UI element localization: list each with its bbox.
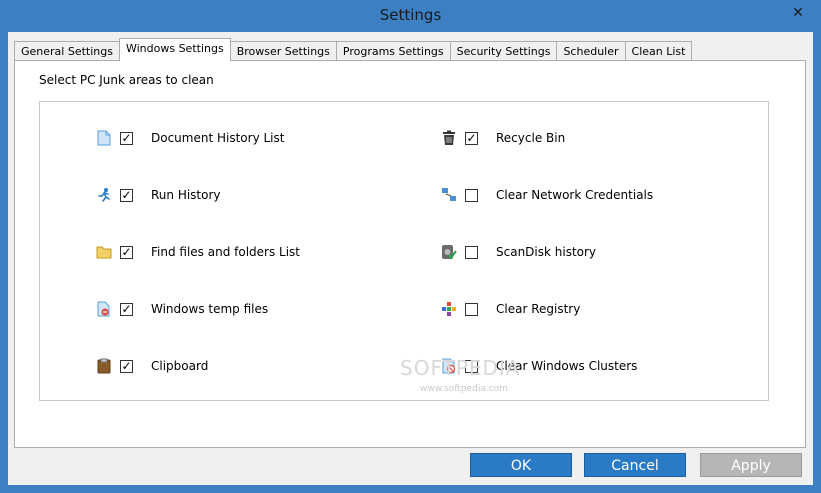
tab-programs-settings[interactable]: Programs Settings [335,41,451,61]
item-run-history[interactable]: Run History [96,185,221,205]
checkbox-scandisk-history[interactable] [465,245,478,259]
item-clear-registry[interactable]: Clear Registry [441,299,580,319]
tab-strip: General Settings Windows Settings Browse… [14,38,693,61]
title-bar[interactable]: Settings ✕ [0,0,821,32]
checkbox-clear-registry[interactable] [465,302,478,316]
document-icon [96,130,112,146]
checkbox-clipboard[interactable] [120,359,133,373]
recycle-bin-icon [441,130,457,146]
running-man-icon [96,187,112,203]
item-recycle-bin[interactable]: Recycle Bin [441,128,565,148]
item-label: ScanDisk history [496,245,597,259]
item-label: Run History [151,188,221,202]
tab-browser-settings[interactable]: Browser Settings [229,41,337,61]
cancel-button[interactable]: Cancel [584,453,686,477]
item-find-files-folders-list[interactable]: Find files and folders List [96,242,300,262]
item-clear-network-credentials[interactable]: Clear Network Credentials [441,185,653,205]
scandisk-icon [441,244,457,260]
tab-clean-list[interactable]: Clean List [624,41,693,61]
window-title: Settings [379,6,442,24]
clipboard-icon [96,358,112,374]
folder-icon [96,244,112,260]
item-label: Windows temp files [151,302,269,316]
item-label: Recycle Bin [496,131,566,145]
item-clipboard[interactable]: Clipboard [96,356,208,376]
item-document-history-list[interactable]: Document History List [96,128,284,148]
registry-icon [441,301,457,317]
checkbox-run-history[interactable] [120,188,133,202]
checkbox-recycle-bin[interactable] [465,131,478,145]
settings-window: Settings ✕ General Settings Windows Sett… [0,0,821,493]
checkbox-clear-network-credentials[interactable] [465,188,478,202]
item-label: Clear Registry [496,302,581,316]
tab-scheduler[interactable]: Scheduler [556,41,626,61]
ok-button[interactable]: OK [470,453,572,477]
close-icon[interactable]: ✕ [785,4,811,22]
temp-file-icon [96,301,112,317]
windows-settings-panel: Select PC Junk areas to clean Document H… [14,60,806,448]
tab-security-settings[interactable]: Security Settings [449,41,558,61]
apply-button[interactable]: Apply [700,453,802,477]
item-label: Document History List [151,131,285,145]
item-label: Clear Network Credentials [496,188,654,202]
network-icon [441,187,457,203]
softpedia-watermark: SOFTPEDIA [400,356,521,380]
softpedia-watermark-url: www.softpedia.com [420,384,508,394]
tab-windows-settings[interactable]: Windows Settings [118,38,231,61]
item-label: Clipboard [151,359,209,373]
item-scandisk-history[interactable]: ScanDisk history [441,242,596,262]
checkbox-windows-temp-files[interactable] [120,302,133,316]
checkbox-find-files-folders-list[interactable] [120,245,133,259]
junk-areas-group: Document History List Run History Find f… [39,101,769,401]
checkbox-document-history-list[interactable] [120,131,133,145]
item-windows-temp-files[interactable]: Windows temp files [96,299,268,319]
tab-general-settings[interactable]: General Settings [14,41,120,61]
item-label: Find files and folders List [151,245,301,259]
panel-caption: Select PC Junk areas to clean [39,73,214,87]
dialog-client-area: General Settings Windows Settings Browse… [8,32,813,485]
